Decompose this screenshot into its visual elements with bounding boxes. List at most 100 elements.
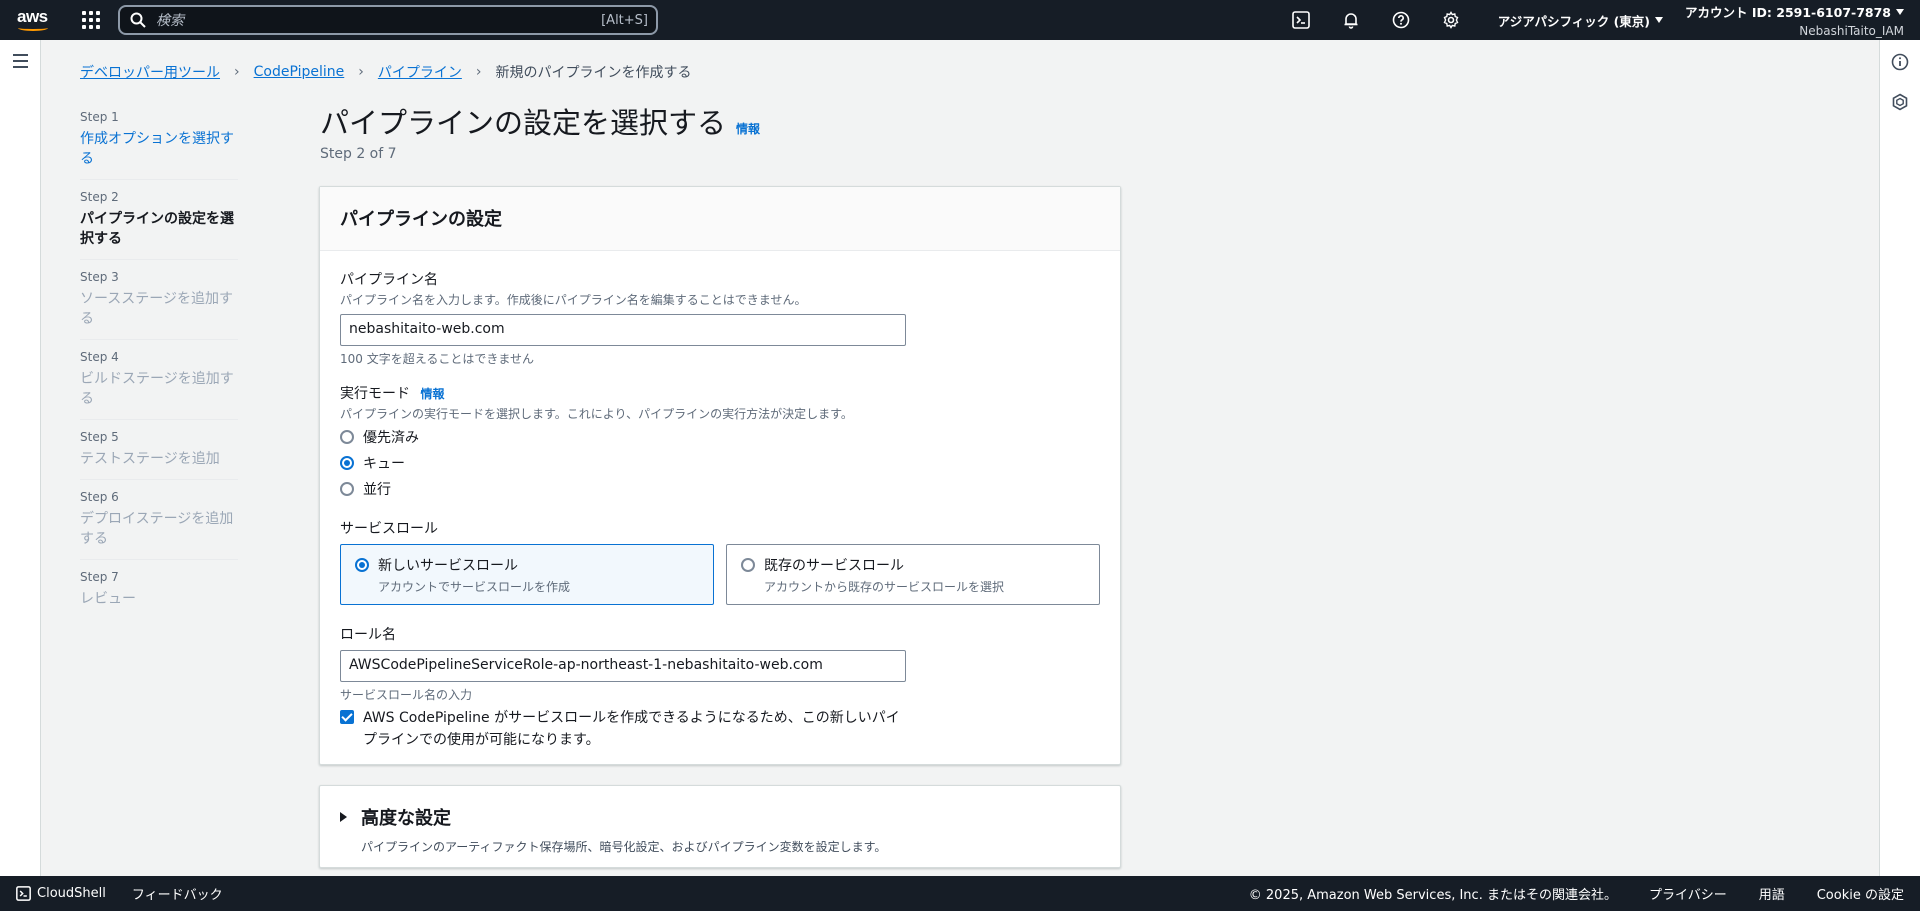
services-menu-icon[interactable] (82, 11, 100, 29)
region-selector[interactable]: アジアパシフィック (東京) (1497, 11, 1664, 30)
step-6: Step 6 デプロイステージを追加する (80, 490, 238, 560)
create-role-checkbox-row[interactable]: AWS CodePipeline がサービスロールを作成できるようになるため、こ… (340, 707, 906, 751)
pipeline-name-input[interactable]: nebashitaito-web.com (340, 314, 906, 346)
step-number: Step 5 (80, 430, 119, 444)
field-label: 実行モード 情報 (340, 383, 853, 403)
notifications-button[interactable] (1326, 0, 1376, 40)
settings-button[interactable] (1426, 0, 1476, 40)
container-header: パイプラインの設定 (320, 187, 1120, 251)
step-label: テストステージを追加 (80, 451, 220, 467)
search-input[interactable]: 検索 [Alt+S] (118, 5, 658, 35)
role-name-input[interactable]: AWSCodePipelineServiceRole-ap-northeast-… (340, 650, 906, 682)
amazon-q-icon[interactable] (1891, 93, 1909, 111)
step-number: Step 7 (80, 570, 119, 584)
radio-button[interactable] (741, 558, 755, 572)
wizard-steps: Step 1 作成オプションを選択する Step 2 パイプラインの設定を選択す… (80, 110, 238, 629)
radio-button[interactable] (340, 430, 354, 444)
radio-label: キュー (363, 456, 405, 472)
aws-logo-smile (18, 25, 48, 31)
top-navigation: aws 検索 [Alt+S] アジアパシフィック (東京) アカウント ID: … (0, 0, 1920, 40)
execution-mode-field: 実行モード 情報 パイプラインの実行モードを選択します。これにより、パイプライン… (340, 383, 853, 502)
feedback-link[interactable]: フィードバック (132, 884, 223, 903)
region-label: アジアパシフィック (東京) (1497, 13, 1651, 29)
user-name: NebashiTaito_IAM (1799, 24, 1904, 38)
chevron-right-icon: › (475, 64, 482, 80)
radio-button-selected[interactable] (355, 558, 369, 572)
checkbox-label: AWS CodePipeline がサービスロールを作成できるようになるため、こ… (363, 710, 900, 748)
info-link[interactable]: 情報 (736, 120, 760, 137)
step-label-active: パイプラインの設定を選択する (80, 211, 234, 247)
info-link[interactable]: 情報 (420, 387, 444, 401)
tile-title: 既存のサービスロール (764, 558, 904, 574)
field-description: パイプライン名を入力します。作成後にパイプライン名を編集することはできません。 (340, 293, 807, 307)
account-id: アカウント ID: 2591-6107-7878 (1685, 5, 1891, 20)
page-title-text: パイプラインの設定を選択する (320, 106, 727, 140)
step-label: デプロイステージを追加する (80, 511, 234, 547)
step-number: Step 1 (80, 110, 119, 124)
step-2: Step 2 パイプラインの設定を選択する (80, 190, 238, 260)
cloudshell-button[interactable] (1276, 0, 1326, 40)
radio-label: 並行 (363, 482, 391, 498)
cloudshell-footer-button[interactable]: CloudShell (16, 886, 106, 901)
help-icon (1392, 11, 1410, 29)
radio-option-superseded[interactable]: 優先済み (340, 424, 853, 450)
radio-button[interactable] (340, 482, 354, 496)
search-placeholder: 検索 (156, 13, 184, 29)
step-label: ビルドステージを追加する (80, 371, 234, 407)
tile-new-service-role[interactable]: 新しいサービスロール アカウントでサービスロールを作成 (340, 544, 714, 605)
radio-option-queued[interactable]: キュー (340, 450, 853, 476)
pipeline-settings-container: パイプラインの設定 パイプライン名 パイプライン名を入力します。作成後にパイプラ… (319, 186, 1121, 765)
step-label: ソースステージを追加する (80, 291, 234, 327)
info-icon[interactable] (1891, 53, 1909, 71)
step-number: Step 3 (80, 270, 119, 284)
caret-right-icon (340, 812, 347, 822)
step-1: Step 1 作成オプションを選択する (80, 110, 238, 180)
privacy-link[interactable]: プライバシー (1649, 884, 1727, 903)
step-3: Step 3 ソースステージを追加する (80, 270, 238, 340)
account-menu[interactable]: アカウント ID: 2591-6107-7878 NebashiTaito_IA… (1685, 2, 1904, 38)
expander-description: パイプラインのアーティファクト保存場所、暗号化設定、およびパイプライン変数を設定… (361, 840, 887, 854)
tile-existing-service-role[interactable]: 既存のサービスロール アカウントから既存のサービスロールを選択 (726, 544, 1100, 605)
expander-title: 高度な設定 (361, 808, 451, 829)
role-name-field: ロール名 AWSCodePipelineServiceRole-ap-north… (340, 624, 906, 751)
step-label: レビュー (80, 591, 136, 607)
pipeline-name-field: パイプライン名 パイプライン名を入力します。作成後にパイプライン名を編集すること… (340, 269, 906, 367)
hamburger-menu-icon[interactable] (13, 54, 28, 72)
breadcrumb-current: 新規のパイプラインを作成する (495, 65, 692, 81)
breadcrumb: デベロッパー用ツール › CodePipeline › パイプライン › 新規の… (80, 62, 691, 82)
help-button[interactable] (1376, 0, 1426, 40)
step-number: Step 6 (80, 490, 119, 504)
radio-label: 優先済み (363, 430, 419, 446)
checkbox-checked[interactable] (340, 710, 354, 724)
field-label: ロール名 (340, 627, 396, 643)
breadcrumb-developer-tools[interactable]: デベロッパー用ツール (80, 62, 220, 82)
tile-title: 新しいサービスロール (378, 558, 518, 574)
chevron-right-icon: › (234, 64, 240, 80)
advanced-settings-expander[interactable]: 高度な設定 パイプラインのアーティファクト保存場所、暗号化設定、およびパイプライ… (319, 785, 1121, 868)
left-rail (0, 40, 41, 876)
copyright: © 2025, Amazon Web Services, Inc. またはその関… (1248, 888, 1617, 903)
cloudshell-label: CloudShell (37, 886, 106, 901)
page-title: パイプラインの設定を選択する 情報 (320, 100, 760, 142)
step-number: Step 2 (80, 190, 119, 204)
radio-button-selected[interactable] (340, 456, 354, 470)
step-5: Step 5 テストステージを追加 (80, 430, 238, 480)
step-4: Step 4 ビルドステージを追加する (80, 350, 238, 420)
aws-logo[interactable]: aws (16, 6, 58, 34)
field-description: パイプラインの実行モードを選択します。これにより、パイプラインの実行方法が決定し… (340, 407, 853, 421)
caret-down-icon (1896, 8, 1904, 15)
breadcrumb-codepipeline[interactable]: CodePipeline (254, 64, 345, 80)
cloudshell-icon (16, 886, 31, 901)
cookie-settings-link[interactable]: Cookie の設定 (1817, 884, 1904, 903)
cloudshell-icon (1291, 11, 1310, 29)
breadcrumb-pipelines[interactable]: パイプライン (378, 62, 462, 82)
tile-description: アカウントでサービスロールを作成 (378, 580, 571, 594)
right-rail (1879, 40, 1920, 876)
aws-logo-text: aws (17, 7, 48, 26)
search-shortcut: [Alt+S] (601, 12, 648, 28)
radio-option-parallel[interactable]: 並行 (340, 476, 853, 502)
terms-link[interactable]: 用語 (1759, 884, 1785, 903)
tile-description: アカウントから既存のサービスロールを選択 (764, 580, 1005, 594)
step-link[interactable]: 作成オプションを選択する (80, 129, 238, 169)
step-7: Step 7 レビュー (80, 570, 238, 619)
